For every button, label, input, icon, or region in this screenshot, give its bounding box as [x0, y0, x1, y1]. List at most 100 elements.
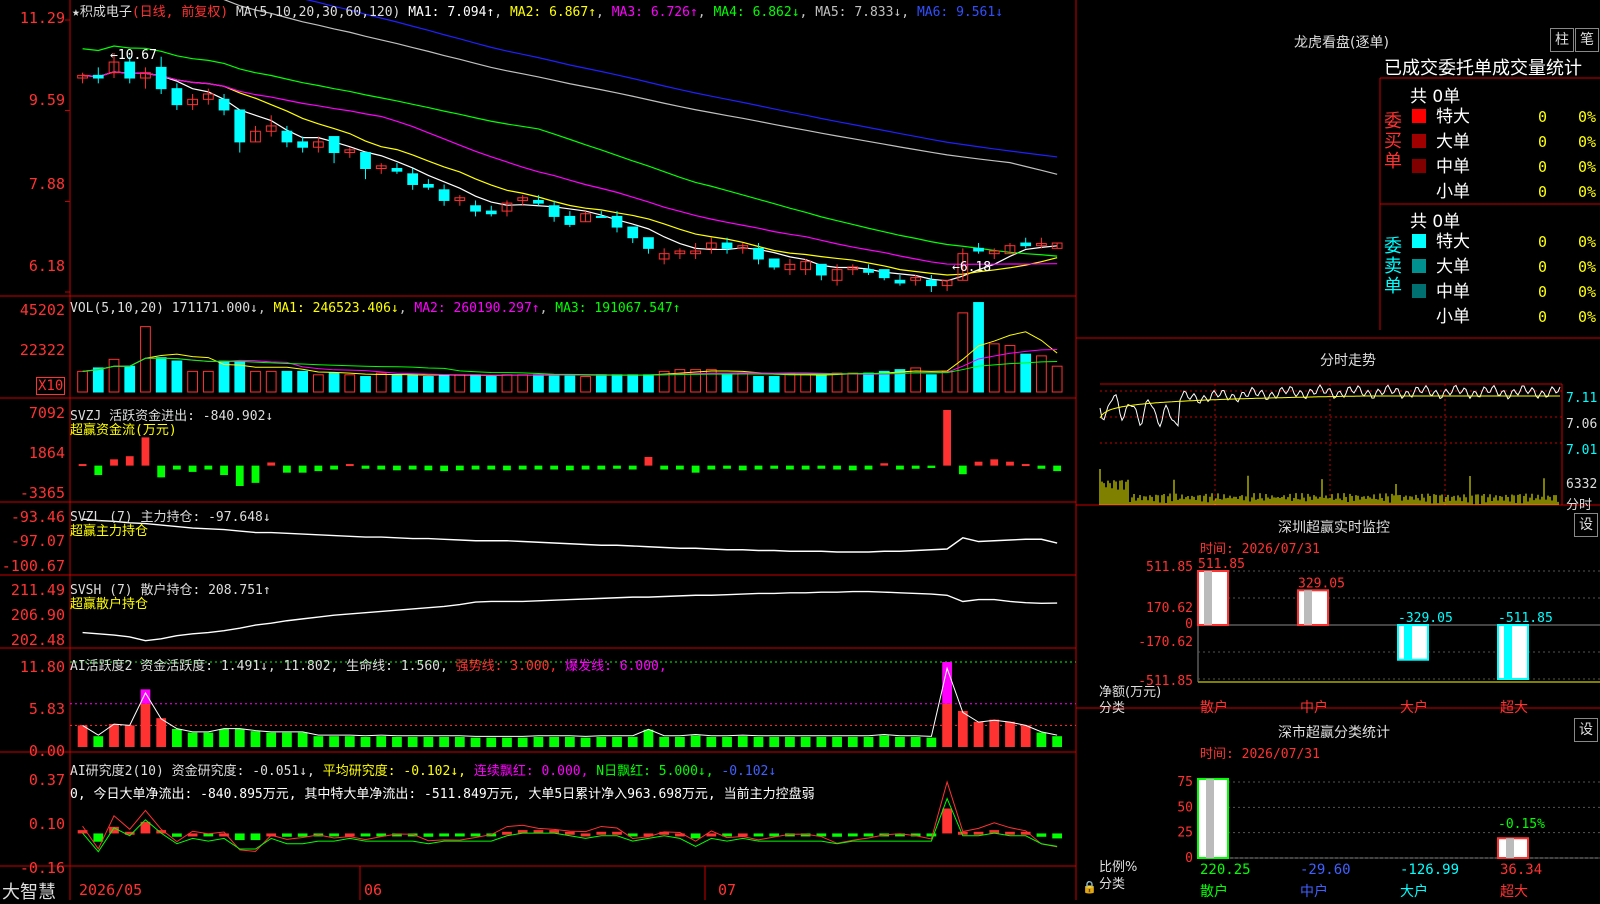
- volume-bar: [957, 312, 969, 393]
- candle-body: [548, 205, 560, 217]
- ai1-burst-bar: [140, 689, 151, 704]
- monitor-bar-shade: [1304, 590, 1312, 625]
- volume-bar: [77, 370, 88, 393]
- monitor-cat-label: 中户: [1300, 699, 1328, 716]
- svzj-bar: [1037, 465, 1046, 469]
- svzj-bar: [172, 465, 181, 470]
- classify-settings-button[interactable]: 设: [1574, 718, 1598, 742]
- candle-body: [360, 152, 371, 170]
- candle-body: [470, 205, 481, 212]
- svzj-bar: [880, 463, 889, 466]
- volume-bar: [517, 374, 529, 393]
- ai1-bar: [753, 736, 764, 747]
- ma5-value: MA5: 7.833↓: [815, 5, 902, 20]
- monitor-bar-shade: [1504, 625, 1512, 679]
- svzj-bar: [141, 437, 150, 466]
- classify-axis-label: 25: [1177, 826, 1193, 841]
- lock-icon[interactable]: 🔒: [1082, 880, 1097, 894]
- classify-cat-label: 超大: [1500, 884, 1528, 900]
- svzj-bar: [455, 465, 464, 471]
- tab-orders[interactable]: 委托单: [1438, 58, 1492, 79]
- volume-bar: [753, 376, 764, 393]
- bar-mode-button[interactable]: 柱: [1550, 28, 1574, 52]
- svzj-bar: [911, 465, 920, 469]
- classify-value-label: 36.34: [1500, 862, 1542, 878]
- ai1-bar: [643, 729, 654, 747]
- volume-bar: [202, 370, 214, 393]
- tab-traded[interactable]: 已成交: [1384, 58, 1438, 79]
- buy-side-label: 委买单: [1384, 111, 1402, 172]
- volume-bar: [454, 374, 466, 393]
- tab-volume-stats[interactable]: 成交量统计: [1492, 58, 1582, 79]
- vol-value: 171171.000↓: [171, 301, 258, 316]
- ai1-bar: [596, 736, 607, 747]
- volume-bar: [312, 374, 324, 393]
- period-label[interactable]: (日线, 前复权): [132, 5, 228, 20]
- ai2-header: AI研究度2(10) 资金研究度: -0.051↓, 平均研究度: -0.102…: [70, 760, 776, 779]
- monitor-settings-button[interactable]: 设: [1574, 513, 1598, 537]
- monitor-bar: [1397, 624, 1429, 661]
- svzj-bar: [817, 465, 826, 469]
- ai2-bar: [502, 831, 512, 835]
- ai2-bar: [93, 833, 104, 842]
- ai1-bar: [187, 732, 198, 747]
- candle-body: [171, 88, 183, 106]
- svzj-bar: [157, 465, 166, 478]
- classify-cat-label: 散户: [1200, 883, 1228, 900]
- tick-mode-button[interactable]: 笔: [1575, 28, 1599, 52]
- volume-bar: [423, 376, 434, 393]
- ai1-axis-0: 11.80: [19, 658, 65, 676]
- fenshi-unit: 分时: [1566, 498, 1593, 513]
- svzj-bar: [1021, 464, 1030, 467]
- monitor-axis-label: 0: [1185, 617, 1193, 632]
- candle-body: [124, 61, 136, 79]
- candle-body: [894, 279, 906, 284]
- volume-bar: [721, 374, 733, 393]
- candle-body: [438, 189, 450, 201]
- ai1-bar: [423, 736, 434, 747]
- ai1-bar: [659, 736, 670, 747]
- classify-axis-label: 75: [1177, 775, 1193, 790]
- ai2-bar: [580, 833, 591, 837]
- svzj-bar: [707, 465, 716, 470]
- svzj-bar: [125, 456, 134, 466]
- ai2-bar: [172, 833, 182, 837]
- ma2-value: MA2: 6.867↑: [509, 5, 597, 20]
- volume-bar: [847, 372, 859, 393]
- svzj-bar: [503, 465, 511, 471]
- ai1-bar: [156, 718, 167, 747]
- volume-bar: [737, 372, 749, 393]
- svzj-bar: [330, 465, 338, 470]
- svzj-bar: [78, 464, 87, 467]
- ai2-bar: [360, 833, 371, 837]
- volume-bar: [1051, 365, 1063, 393]
- volume-bar: [501, 374, 513, 393]
- ai1-bar: [549, 736, 560, 747]
- volume-bar: [171, 360, 183, 393]
- stock-name[interactable]: 积成电子: [80, 5, 132, 20]
- svzj-bar: [675, 465, 684, 470]
- svzj-bar: [738, 465, 747, 471]
- svzj-bar: [581, 465, 590, 470]
- ai1-bar: [989, 719, 1000, 747]
- ai1-bar: [879, 735, 890, 747]
- ai2-bar: [234, 833, 245, 841]
- ai1-bar: [124, 725, 135, 747]
- buy-total: 共 0单: [1410, 87, 1461, 107]
- monitor-axis-label: 170.62: [1146, 601, 1193, 616]
- ai2-bar: [832, 833, 842, 837]
- classify-title: 深市超赢分类统计: [1278, 725, 1390, 741]
- fenshi-axis-0: 7.11: [1566, 391, 1598, 406]
- candle-body: [281, 130, 293, 143]
- ai2-bar: [926, 833, 937, 837]
- ma3-value: MA3: 6.726↑: [611, 5, 698, 20]
- svzj-bar: [188, 465, 197, 472]
- high-annotation: ←10.67: [110, 48, 157, 63]
- svzj-bar: [110, 459, 118, 466]
- svzj-bar: [770, 465, 779, 469]
- svzl-axis-2: -100.67: [1, 557, 65, 575]
- svzj-bar: [848, 465, 857, 471]
- candle-body: [721, 242, 733, 249]
- volume-bar: [627, 374, 639, 393]
- sell-side-label: 委卖单: [1384, 236, 1402, 297]
